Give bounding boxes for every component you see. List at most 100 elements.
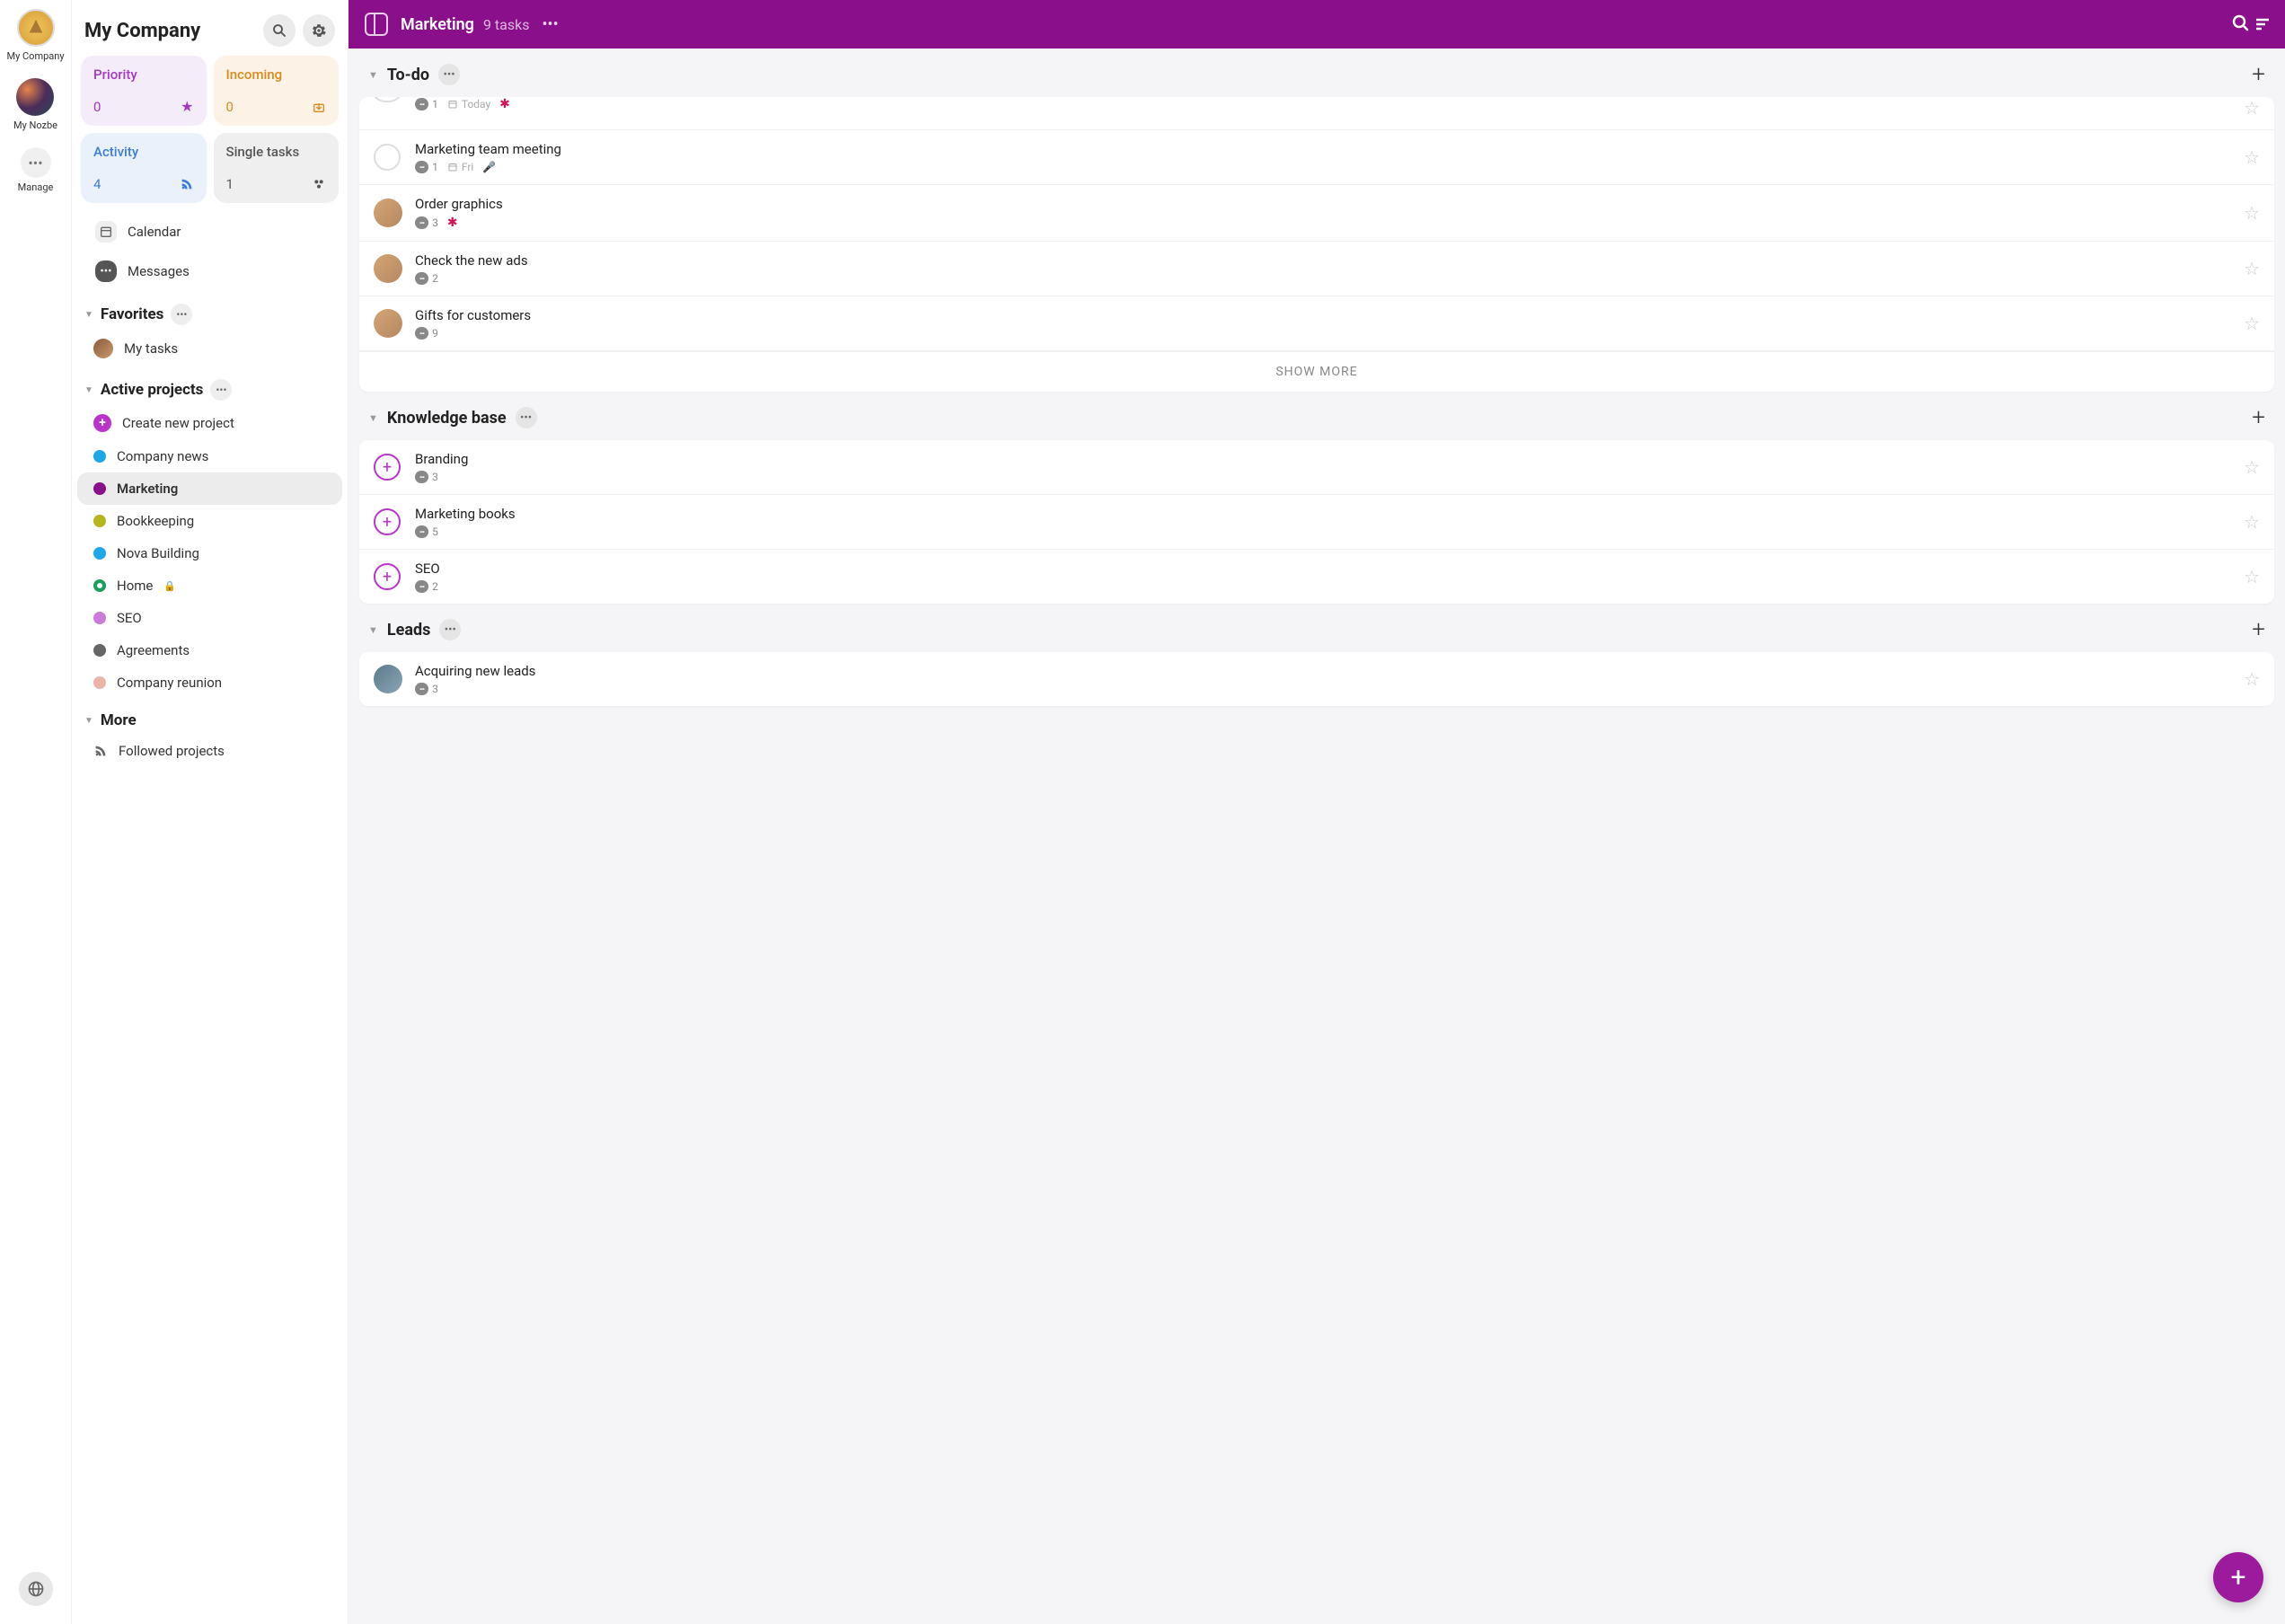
task-count: 9 tasks <box>483 16 530 33</box>
rail-nozbe[interactable]: My Nozbe <box>13 78 57 131</box>
rail-manage[interactable]: ••• Manage <box>18 147 54 193</box>
project-item-agreements[interactable]: Agreements <box>77 634 342 666</box>
group-add-button[interactable]: + <box>2252 616 2265 643</box>
group-add-button[interactable]: + <box>2252 404 2265 431</box>
rss-icon <box>180 177 194 191</box>
group-add-button[interactable]: + <box>2252 61 2265 88</box>
page-title: Marketing <box>401 15 474 34</box>
caret-icon[interactable]: ▼ <box>84 310 93 320</box>
project-item-bookkeeping[interactable]: Bookkeeping <box>77 505 342 537</box>
task-add-checkbox[interactable]: + <box>374 563 401 590</box>
project-item-nova-building[interactable]: Nova Building <box>77 537 342 569</box>
project-dot-icon <box>93 482 106 495</box>
project-item-home[interactable]: Home🔒 <box>77 569 342 602</box>
task-row[interactable]: Gifts for customers 9 ☆ <box>359 296 2274 351</box>
task-row[interactable]: Acquiring new leads 3☆ <box>359 652 2274 706</box>
group-more-button[interactable]: ••• <box>439 619 461 640</box>
content-area: Marketing 9 tasks ••• ▼ To-do ••• + 1 To… <box>348 0 2285 1624</box>
favorite-mytasks[interactable]: My tasks <box>77 331 342 366</box>
task-title: Marketing books <box>415 506 2235 522</box>
project-dot-icon <box>93 579 106 592</box>
task-star-button[interactable]: ☆ <box>2244 456 2260 478</box>
caret-icon[interactable]: ▼ <box>84 385 93 395</box>
caret-icon[interactable]: ▼ <box>368 624 378 636</box>
caret-icon[interactable]: ▼ <box>84 716 93 726</box>
task-row[interactable]: +Marketing books 5☆ <box>359 495 2274 550</box>
task-row[interactable]: 1 Today✱ ☆ <box>359 97 2274 130</box>
followed-projects-label: Followed projects <box>119 743 225 759</box>
favorite-mytasks-label: My tasks <box>124 340 178 357</box>
lock-icon: 🔒 <box>163 580 176 592</box>
task-meta: 1 Today✱ <box>415 97 2235 111</box>
settings-button[interactable] <box>303 14 335 47</box>
task-meta: 9 <box>415 327 2235 340</box>
task-row[interactable]: Order graphics 3✱☆ <box>359 185 2274 242</box>
priority-splat-icon: ✱ <box>499 97 510 111</box>
task-star-button[interactable]: ☆ <box>2244 202 2260 224</box>
task-row[interactable]: +SEO 2☆ <box>359 550 2274 604</box>
fab-add-task[interactable]: + <box>2213 1552 2263 1602</box>
rail-company-label: My Company <box>6 50 64 62</box>
task-star-button[interactable]: ☆ <box>2244 258 2260 279</box>
project-label: SEO <box>117 610 142 626</box>
topbar-more-button[interactable]: ••• <box>542 15 558 34</box>
date-chip: Fri <box>447 161 473 173</box>
topbar-filter-button[interactable] <box>2231 13 2269 35</box>
caret-icon[interactable]: ▼ <box>368 69 378 81</box>
task-add-checkbox[interactable]: + <box>374 508 401 535</box>
project-item-company-news[interactable]: Company news <box>77 440 342 472</box>
project-item-seo[interactable]: SEO <box>77 602 342 634</box>
project-item-marketing[interactable]: Marketing <box>77 472 342 505</box>
task-row[interactable]: Check the new ads 2☆ <box>359 242 2274 296</box>
comment-count: 1 <box>415 161 438 173</box>
project-dot-icon <box>93 612 106 624</box>
task-star-button[interactable]: ☆ <box>2244 313 2260 334</box>
comment-count: 2 <box>415 272 438 285</box>
tile-activity[interactable]: Activity 4 <box>81 133 207 203</box>
project-label: Company reunion <box>117 675 222 691</box>
create-project[interactable]: + Create new project <box>77 406 342 440</box>
group-more-button[interactable]: ••• <box>438 64 460 85</box>
task-assignee-avatar <box>374 199 402 227</box>
project-label: Company news <box>117 448 208 464</box>
panel-toggle-icon[interactable] <box>365 13 388 36</box>
sidebar-calendar[interactable]: Calendar <box>79 212 340 252</box>
sidebar-messages[interactable]: ••• Messages <box>79 252 340 291</box>
task-checkbox[interactable] <box>374 97 401 102</box>
tile-single[interactable]: Single tasks 1 <box>214 133 340 203</box>
task-title: Gifts for customers <box>415 307 2235 323</box>
task-checkbox[interactable] <box>374 144 401 171</box>
task-star-button[interactable]: ☆ <box>2244 511 2260 533</box>
section-favorites-more[interactable]: ••• <box>171 304 192 325</box>
tile-incoming[interactable]: Incoming 0 <box>214 56 340 126</box>
mic-icon: 🎤 <box>482 161 496 173</box>
task-row[interactable]: +Branding 3☆ <box>359 440 2274 495</box>
task-star-button[interactable]: ☆ <box>2244 146 2260 168</box>
show-more-button[interactable]: SHOW MORE <box>359 351 2274 392</box>
task-title: SEO <box>415 560 2235 577</box>
rail-globe-button[interactable] <box>19 1572 53 1606</box>
task-meta: 3✱ <box>415 216 2235 230</box>
caret-icon[interactable]: ▼ <box>368 412 378 424</box>
tile-priority[interactable]: Priority 0 ★ <box>81 56 207 126</box>
task-list: 1 Today✱☆Marketing team meeting 1 Fri🎤☆O… <box>359 97 2274 392</box>
rail-company[interactable]: My Company <box>6 9 64 62</box>
followed-projects[interactable]: Followed projects <box>77 735 342 767</box>
task-row[interactable]: Marketing team meeting 1 Fri🎤☆ <box>359 130 2274 185</box>
task-add-checkbox[interactable]: + <box>374 454 401 481</box>
project-dot-icon <box>93 515 106 527</box>
search-filter-icon <box>2231 13 2253 35</box>
task-star-button[interactable]: ☆ <box>2244 566 2260 587</box>
task-star-button[interactable]: ☆ <box>2244 668 2260 690</box>
group-more-button[interactable]: ••• <box>516 407 537 428</box>
inbox-icon <box>312 100 326 114</box>
task-star-button[interactable]: ☆ <box>2244 97 2260 119</box>
calendar-icon <box>95 221 117 243</box>
task-body: 1 Today✱ <box>415 97 2235 111</box>
project-item-company-reunion[interactable]: Company reunion <box>77 666 342 699</box>
rail-nozbe-label: My Nozbe <box>13 119 57 131</box>
search-button[interactable] <box>263 14 296 47</box>
section-favorites-title: Favorites <box>101 305 164 323</box>
section-active-more[interactable]: ••• <box>210 379 232 401</box>
task-meta: 1 Fri 🎤 <box>415 161 2235 173</box>
